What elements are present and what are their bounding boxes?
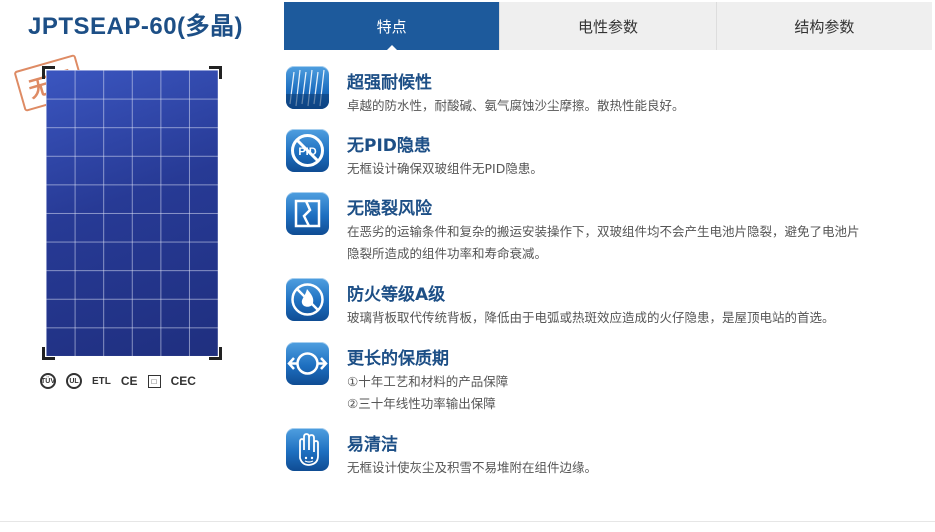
- feature-desc: ①十年工艺和材料的产品保障 ②三十年线性功率输出保障: [347, 371, 925, 415]
- clean-icon: [286, 428, 329, 471]
- feature-desc: 卓越的防水性，耐酸碱、氨气腐蚀沙尘摩擦。散热性能良好。: [347, 95, 925, 117]
- feature-desc-line: 无框设计使灰尘及积雪不易堆附在组件边缘。: [347, 460, 598, 475]
- ul-logo: UL: [66, 373, 82, 389]
- tab-electrical-params[interactable]: 电性参数: [499, 2, 716, 50]
- feature-desc-line: 在恶劣的运输条件和复杂的搬运安装操作下，双玻组件均不会产生电池片隐裂，避免了电池…: [347, 224, 860, 239]
- panel-corner: [209, 66, 222, 79]
- feature-title: 超强耐候性: [347, 73, 432, 93]
- rain-icon: [286, 66, 329, 109]
- feature-desc-line: 玻璃背板取代传统背板，降低由于电弧或热斑效应造成的火仔隐患，是屋顶电站的首选。: [347, 310, 835, 325]
- certification-logos: TÜV UL ETL CE □ CEC: [40, 373, 196, 389]
- no-pid-icon: PID: [286, 129, 329, 172]
- feature-desc: 无框设计确保双玻组件无PID隐患。: [347, 158, 925, 180]
- tab-features[interactable]: 特点: [284, 2, 500, 51]
- tab-bar: 特点 电性参数 结构参数: [284, 2, 932, 51]
- double-insulation-logo: □: [147, 374, 161, 388]
- product-title: JPTSEAP-60(多晶): [28, 13, 244, 40]
- ce-logo: CE: [120, 374, 138, 388]
- warranty-icon: [286, 342, 329, 385]
- feature-title: 无隐裂风险: [347, 199, 432, 219]
- feature-title: 防火等级A级: [347, 285, 446, 305]
- feature-title: 易清洁: [347, 435, 398, 455]
- crack-icon: [286, 192, 329, 235]
- fire-icon: [286, 278, 329, 321]
- feature-desc-line: ②三十年线性功率输出保障: [347, 396, 496, 411]
- panel-corner: [209, 347, 222, 360]
- tuv-logo: TÜV: [40, 373, 56, 389]
- cec-logo: CEC: [170, 374, 196, 388]
- tab-structure-params[interactable]: 结构参数: [715, 2, 932, 50]
- feature-desc: 无框设计使灰尘及积雪不易堆附在组件边缘。: [347, 457, 925, 479]
- svg-text:PID: PID: [298, 146, 316, 158]
- feature-desc-line: 无框设计确保双玻组件无PID隐患。: [347, 161, 543, 176]
- feature-desc-line: ①十年工艺和材料的产品保障: [347, 374, 509, 389]
- panel-corner: [42, 66, 55, 79]
- feature-desc-line: 隐裂所造成的组件功率和寿命衰减。: [347, 246, 548, 261]
- etl-logo: ETL: [92, 375, 111, 387]
- feature-desc-line: 卓越的防水性，耐酸碱、氨气腐蚀沙尘摩擦。散热性能良好。: [347, 98, 685, 113]
- feature-title: 更长的保质期: [347, 349, 449, 369]
- bottom-divider: [0, 521, 935, 522]
- solar-panel-image: [42, 66, 222, 360]
- panel-corner: [42, 347, 55, 360]
- feature-title: 无PID隐患: [347, 136, 431, 156]
- feature-desc: 玻璃背板取代传统背板，降低由于电弧或热斑效应造成的火仔隐患，是屋顶电站的首选。: [347, 307, 925, 329]
- panel-cells: [46, 70, 218, 356]
- feature-desc: 在恶劣的运输条件和复杂的搬运安装操作下，双玻组件均不会产生电池片隐裂，避免了电池…: [347, 221, 925, 265]
